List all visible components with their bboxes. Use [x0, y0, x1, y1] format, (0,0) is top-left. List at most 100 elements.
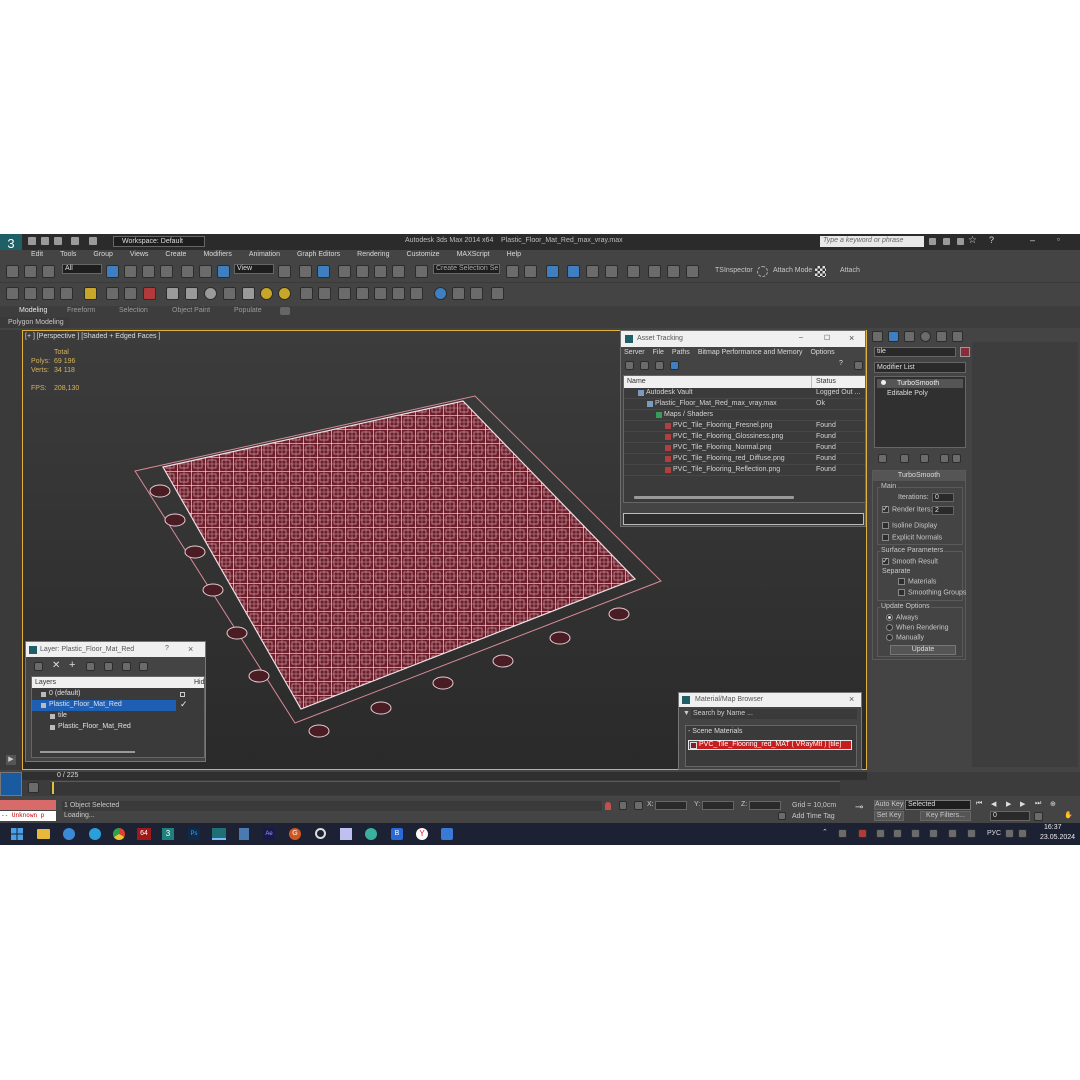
asset-row[interactable]: Autodesk Vault Logged Out ... — [624, 388, 865, 399]
percent-snap-icon[interactable] — [374, 265, 387, 278]
menu-item-views[interactable]: Views — [130, 251, 149, 258]
object-name-field[interactable]: tile — [874, 347, 956, 357]
table-view-icon[interactable] — [670, 361, 679, 370]
save-file-icon[interactable] — [53, 236, 63, 246]
asset-menu-server[interactable]: Server — [624, 349, 645, 356]
layer-dialog[interactable]: Layer: Plastic_Floor_Mat_Red ? × ✕ + Lay… — [25, 641, 206, 762]
motion-tab-icon[interactable] — [920, 331, 931, 342]
favorites-star-icon[interactable]: ☆ — [968, 235, 977, 246]
select-object-icon[interactable] — [106, 265, 119, 278]
tray-network-icon[interactable] — [1005, 829, 1014, 838]
asset-tracking-close-icon[interactable]: × — [849, 333, 854, 343]
material-search-input[interactable]: Search by Name ... — [691, 709, 857, 719]
curve-editor-icon[interactable] — [586, 265, 599, 278]
asset-menu-paths[interactable]: Paths — [672, 349, 690, 356]
attach-mode-label[interactable]: Attach Mode — [773, 267, 812, 274]
zoom-icon[interactable]: ⊕ — [1050, 800, 1056, 808]
pin-stack-icon[interactable] — [878, 454, 887, 463]
undo-icon[interactable] — [70, 236, 80, 246]
time-slider[interactable] — [0, 772, 22, 796]
utilities-tab-icon[interactable] — [952, 331, 963, 342]
binoculars-icon[interactable] — [928, 237, 937, 246]
expand-left-arrow-icon[interactable]: ▶ — [6, 755, 16, 765]
material-item[interactable]: PVC_Tile_Flooring_red_MAT ( VRayMtl ) [t… — [688, 740, 852, 750]
show-end-result-icon[interactable] — [900, 454, 909, 463]
menu-item-help[interactable]: Help — [507, 251, 521, 258]
3dsmax-active-icon[interactable] — [212, 828, 226, 840]
time-configuration-icon[interactable] — [1034, 812, 1043, 821]
asset-menu-file[interactable]: File — [653, 349, 664, 356]
update-button[interactable]: Update — [890, 645, 956, 655]
attach-label[interactable]: Attach — [840, 267, 860, 274]
scene-materials-header[interactable]: - Scene Materials — [688, 728, 742, 735]
ribbon-tab-object-paint[interactable]: Object Paint — [172, 307, 210, 314]
layer-dialog-close-icon[interactable]: × — [188, 644, 193, 654]
after-effects-icon[interactable]: Ae — [263, 828, 275, 840]
vray-icon[interactable] — [143, 287, 156, 300]
menu-item-animation[interactable]: Animation — [249, 251, 280, 258]
tray-headset-icon[interactable] — [876, 829, 885, 838]
search-dropdown-arrow-icon[interactable]: ▼ — [683, 710, 690, 717]
asset-tracking-maximize-icon[interactable]: ☐ — [824, 334, 830, 342]
help-search-input[interactable]: Type a keyword or phrase — [820, 236, 924, 247]
vray-plane-icon[interactable] — [338, 287, 351, 300]
save-taskbar-icon[interactable] — [340, 828, 352, 840]
go-to-start-icon[interactable]: ⏮ — [976, 800, 982, 808]
tray-telegram-icon[interactable] — [838, 829, 847, 838]
sky-icon[interactable] — [278, 287, 291, 300]
asset-row[interactable]: PVC_Tile_Flooring_red_Diffuse.png Found — [624, 454, 865, 465]
remove-modifier-icon[interactable] — [940, 454, 949, 463]
vray-sphere-icon[interactable] — [356, 287, 369, 300]
displacement-icon[interactable] — [392, 287, 405, 300]
select-manipulate-icon[interactable] — [299, 265, 312, 278]
sun-icon[interactable] — [260, 287, 273, 300]
col-name-header[interactable]: Name — [627, 378, 646, 385]
previous-frame-icon[interactable]: ◀ — [991, 800, 996, 808]
asset-row[interactable]: PVC_Tile_Flooring_Normal.png Found — [624, 443, 865, 454]
set-key-button[interactable]: Set Key — [874, 811, 904, 821]
edge-icon[interactable] — [63, 828, 75, 840]
subscription-icon[interactable] — [942, 237, 951, 246]
isolate-selection-icon[interactable] — [605, 802, 611, 810]
trackbar[interactable] — [50, 781, 840, 795]
unlink-icon[interactable] — [24, 265, 37, 278]
vray-options-icon[interactable] — [491, 287, 504, 300]
minimize-window-icon[interactable]: – — [1030, 235, 1035, 245]
tray-app-icon[interactable] — [858, 829, 867, 838]
vray-proxy-icon[interactable] — [300, 287, 313, 300]
layer-row[interactable]: Plastic_Floor_Mat_Red ✓ — [32, 699, 188, 711]
trackbar-key-marker[interactable] — [52, 782, 54, 794]
ribbon-tab-freeform[interactable]: Freeform — [67, 307, 95, 314]
add-time-tag-button[interactable]: Add Time Tag — [792, 813, 835, 820]
windows-start-icon[interactable] — [11, 828, 23, 840]
asset-row[interactable]: PVC_Tile_Flooring_Reflection.png Found — [624, 465, 865, 476]
delete-layer-icon[interactable]: ✕ — [52, 660, 60, 671]
asset-path-field[interactable] — [623, 513, 864, 525]
layer-manager-icon[interactable] — [42, 287, 55, 300]
scene-explorer-icon[interactable] — [24, 287, 37, 300]
current-frame-field[interactable]: 0 — [990, 811, 1030, 821]
frame-slider-track[interactable]: 0 / 225 — [22, 772, 867, 780]
yandex-icon[interactable]: Y — [416, 828, 428, 840]
asset-row[interactable]: PVC_Tile_Flooring_Glossiness.png Found — [624, 432, 865, 443]
material-browser-close-icon[interactable]: × — [849, 694, 854, 704]
explicit-normals-checkbox[interactable]: Explicit Normals — [882, 534, 942, 541]
col-status-header[interactable]: Status — [816, 378, 836, 385]
asset-tracking-dialog[interactable]: Asset Tracking – ☐ × Server File Paths Bitm… — [620, 330, 866, 527]
tray-bluetooth-icon[interactable] — [967, 829, 976, 838]
selection-lock-icon[interactable] — [619, 801, 627, 810]
tray-onedrive-icon[interactable] — [948, 829, 957, 838]
tray-volume-icon[interactable] — [1018, 829, 1027, 838]
asset-row[interactable]: Maps / Shaders — [624, 410, 865, 421]
select-move-icon[interactable] — [181, 265, 194, 278]
menu-item-edit[interactable]: Edit — [31, 251, 43, 258]
help-icon[interactable]: ? — [989, 235, 994, 245]
isoline-display-checkbox[interactable]: Isoline Display — [882, 522, 937, 529]
tray-monitor-icon[interactable] — [911, 829, 920, 838]
camera-app-icon[interactable] — [441, 828, 453, 840]
clock-time[interactable]: 16:37 — [1044, 824, 1062, 831]
sphere-icon[interactable] — [204, 287, 217, 300]
vray-fur-icon[interactable] — [318, 287, 331, 300]
rollout-title[interactable]: TurboSmooth — [873, 471, 965, 481]
list-view-icon[interactable] — [655, 361, 664, 370]
